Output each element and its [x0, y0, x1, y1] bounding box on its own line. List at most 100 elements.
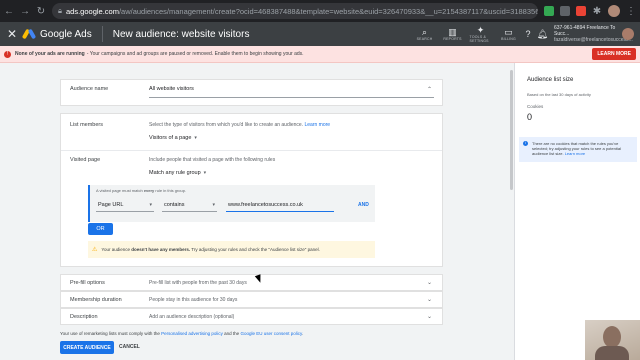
prefill-label: Pre-fill options	[70, 280, 105, 286]
cancel-button[interactable]: CANCEL	[119, 344, 140, 350]
chevron-up-icon[interactable]: ⌃	[427, 86, 432, 93]
url-host: ads.google.com	[66, 6, 119, 16]
visited-page-label: Visited page	[70, 157, 101, 163]
warning-pre: Your audience	[101, 247, 132, 252]
rule-value-input[interactable]: www.freelancetosuccess.co.uk	[226, 198, 334, 212]
personalised-policy-link[interactable]: Personalised advertising policy	[161, 331, 223, 336]
audience-name-card[interactable]: Audience name All website visitors ⌃	[60, 79, 443, 106]
ads-header: ✕ Google Ads New audience: website visit…	[0, 22, 640, 46]
billing-button[interactable]: ▭ BILLING	[498, 27, 520, 41]
prefill-value: Pre-fill list with people from the past …	[149, 280, 247, 286]
policy-note: Your use of remarketing lists must compl…	[60, 331, 303, 336]
google-ads-mark-icon	[21, 28, 37, 40]
warning-text: Your audience doesn't have any members. …	[101, 247, 319, 252]
reports-icon: ▥	[448, 27, 457, 37]
product-name: Google Ads	[40, 28, 92, 40]
google-ads-logo[interactable]: Google Ads	[21, 26, 103, 42]
main-content: Audience name All website visitors ⌃ Lis…	[0, 63, 514, 360]
panel-learn-more-link[interactable]: Learn more	[565, 151, 585, 156]
chevron-down-icon[interactable]: ⌄	[427, 279, 432, 286]
close-icon[interactable]: ✕	[0, 27, 24, 41]
tools-icon: ✦	[476, 25, 485, 35]
reload-icon[interactable]: ↻	[36, 6, 46, 17]
panel-info-box: i There are no cookies that match the ru…	[519, 137, 637, 162]
url-path: /aw/audiences/management/create?ocid=468…	[118, 6, 538, 16]
section-divider	[61, 150, 442, 151]
cookies-label: Cookies	[527, 104, 544, 109]
info-icon: i	[523, 141, 528, 146]
learn-more-link[interactable]: Learn more	[304, 122, 330, 128]
search-button[interactable]: ⌕ SEARCH	[414, 27, 436, 41]
duration-label: Membership duration	[70, 297, 122, 303]
rule-field-select[interactable]: Page URL ▾	[96, 198, 154, 212]
error-icon: !	[4, 50, 11, 58]
list-members-help-text: Select the type of visitors from which y…	[149, 122, 304, 128]
browser-toolbar: ← → ↻ 🔒︎ ads.google.com/aw/audiences/man…	[0, 0, 640, 22]
tools-label: TOOLS & SETTINGS	[469, 35, 489, 43]
presenter-body	[595, 346, 629, 360]
scrollbar[interactable]	[510, 70, 513, 190]
warning-icon: ⚠	[92, 247, 98, 253]
reports-button[interactable]: ▥ REPORTS	[442, 27, 464, 41]
panel-info-text: There are no cookies that match the rule…	[532, 141, 633, 158]
duration-value: People stay in this audience for 30 days	[149, 297, 238, 303]
ads-not-running-banner: ! None of your ads are running - Your ca…	[0, 46, 640, 63]
list-members-help: Select the type of visitors from which y…	[149, 122, 330, 128]
list-members-label: List members	[70, 122, 104, 128]
billing-label: BILLING	[501, 37, 516, 41]
back-icon[interactable]: ←	[4, 6, 14, 17]
warning-bold: doesn't have any members.	[131, 247, 191, 252]
policy-note-mid: and the	[222, 331, 241, 336]
chevron-down-icon[interactable]: ⌄	[427, 296, 432, 303]
billing-icon: ▭	[504, 27, 513, 37]
account-info[interactable]: 637-961-4894 Freelance To Succ... fazald…	[554, 25, 633, 43]
menu-icon[interactable]: ⋮	[626, 6, 636, 17]
rule-hint: A visited page must match every rule in …	[96, 188, 186, 193]
audience-name-value[interactable]: All website visitors	[149, 86, 194, 92]
rule-group-dropdown[interactable]: Match any rule group ▾	[149, 170, 206, 176]
banner-text: - Your campaigns and ad groups are pause…	[86, 51, 304, 57]
rule-field-value: Page URL	[98, 201, 124, 208]
and-button[interactable]: AND	[358, 202, 369, 208]
chevron-down-icon[interactable]: ⌄	[427, 313, 432, 320]
or-button[interactable]: OR	[88, 223, 113, 235]
account-avatar[interactable]	[622, 28, 634, 40]
search-label: SEARCH	[416, 37, 433, 41]
eu-consent-policy-link[interactable]: Google EU user consent policy	[240, 331, 301, 336]
search-icon: ⌕	[422, 27, 428, 37]
rule-operator-select[interactable]: contains ▾	[162, 198, 217, 212]
notifications-icon[interactable]: 🔔︎	[537, 29, 548, 40]
list-members-dropdown[interactable]: Visitors of a page ▾	[149, 135, 197, 141]
extension-icon[interactable]	[560, 6, 570, 16]
rule-group-box: A visited page must match every rule in …	[88, 185, 375, 222]
profile-avatar[interactable]	[608, 5, 620, 17]
list-members-value: Visitors of a page	[149, 135, 192, 141]
puzzle-icon[interactable]: ✱	[592, 6, 602, 17]
audience-size-panel: Audience list size Based on the last 30 …	[514, 63, 640, 360]
panel-subtitle: Based on the last 30 days of activity	[527, 92, 591, 97]
presenter-head	[603, 326, 621, 348]
description-value: Add an audience description (optional)	[149, 314, 235, 320]
tools-settings-button[interactable]: ✦ TOOLS & SETTINGS	[470, 25, 492, 43]
help-icon[interactable]: ?	[526, 29, 531, 39]
description-row[interactable]: Description Add an audience description …	[60, 308, 443, 325]
lock-icon: 🔒︎	[58, 6, 62, 15]
policy-note-pre: Your use of remarketing lists must compl…	[60, 331, 162, 336]
visited-page-help: Include people that visited a page with …	[149, 157, 276, 163]
membership-duration-row[interactable]: Membership duration People stay in this …	[60, 291, 443, 308]
create-audience-button[interactable]: CREATE AUDIENCE	[60, 341, 114, 354]
learn-more-button[interactable]: LEARN MORE	[592, 48, 636, 60]
extension-icon[interactable]	[576, 6, 586, 16]
account-id: 637-961-4894 Freelance To Succ...	[554, 25, 616, 37]
extension-icon[interactable]	[544, 6, 554, 16]
caret-down-icon: ▾	[212, 201, 215, 208]
prefill-options-row[interactable]: Pre-fill options Pre-fill list with peop…	[60, 274, 443, 291]
address-bar[interactable]: 🔒︎ ads.google.com/aw/audiences/managemen…	[52, 3, 538, 19]
caret-down-icon: ▾	[203, 170, 207, 176]
audience-name-label: Audience name	[70, 86, 109, 92]
page-title: New audience: website visitors	[112, 28, 250, 40]
warning-post: Try adjusting your rules and check the "…	[190, 247, 320, 252]
cookies-count: 0	[527, 112, 533, 122]
description-label: Description	[70, 314, 98, 320]
forward-icon[interactable]: →	[20, 6, 30, 17]
